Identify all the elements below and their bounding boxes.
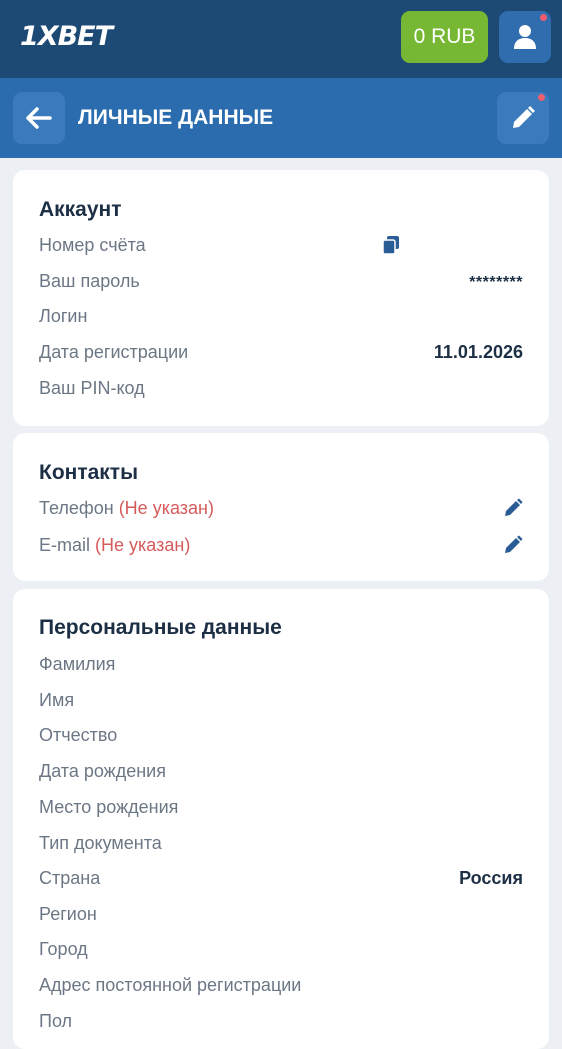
page-header: ЛИЧНЫЕ ДАННЫЕ: [0, 78, 562, 158]
email-status: (Не указан): [95, 535, 191, 555]
email-row[interactable]: E-mail (Не указан): [39, 531, 523, 559]
notification-dot: [540, 14, 547, 21]
city-row: Город: [39, 935, 523, 963]
registration-date-value: 11.01.2026: [433, 342, 523, 362]
notification-dot: [538, 94, 545, 101]
document-type-row: Тип документа: [39, 829, 523, 857]
contacts-card: Контакты Телефон (Не указан) E-mail (Не …: [13, 433, 549, 581]
password-value: ********: [469, 274, 523, 291]
address-label: Адрес постоянной регистрации: [39, 975, 302, 995]
registration-date-label: Дата регистрации: [39, 342, 189, 362]
gender-label: Пол: [39, 1011, 73, 1031]
first-name-row: Имя: [39, 686, 523, 714]
password-row[interactable]: Ваш пароль ********: [39, 267, 523, 295]
login-label: Логин: [39, 306, 88, 326]
user-icon: [514, 25, 536, 49]
patronymic-label: Отчество: [39, 725, 118, 745]
region-label: Регион: [39, 904, 97, 924]
phone-label: Телефон: [39, 498, 114, 518]
balance-button[interactable]: 0 RUB: [401, 11, 488, 63]
surname-label: Фамилия: [39, 654, 116, 674]
profile-button[interactable]: [499, 11, 551, 63]
region-row: Регион: [39, 900, 523, 928]
phone-status: (Не указан): [118, 498, 214, 518]
back-button[interactable]: [13, 92, 65, 144]
edit-profile-button[interactable]: [497, 92, 549, 144]
document-type-label: Тип документа: [39, 833, 162, 853]
registration-date-row: Дата регистрации 11.01.2026: [39, 338, 523, 366]
city-label: Город: [39, 939, 88, 959]
phone-row[interactable]: Телефон (Не указан): [39, 494, 523, 522]
account-card: Аккаунт Номер счёта Ваш пароль ******** …: [13, 170, 549, 426]
country-row: Страна Россия: [39, 864, 523, 892]
birth-place-label: Место рождения: [39, 797, 179, 817]
login-row: Логин: [39, 302, 523, 330]
birth-date-label: Дата рождения: [39, 761, 166, 781]
pencil-icon[interactable]: [503, 498, 523, 518]
email-label: E-mail: [39, 535, 91, 555]
gender-row: Пол: [39, 1007, 523, 1035]
password-label: Ваш пароль: [39, 271, 140, 291]
logo[interactable]: 1XBET: [20, 21, 113, 53]
account-number-label: Номер счёта: [39, 235, 146, 255]
page-title: ЛИЧНЫЕ ДАННЫЕ: [78, 106, 274, 129]
pencil-icon: [513, 106, 535, 128]
birth-date-row: Дата рождения: [39, 757, 523, 785]
contacts-title: Контакты: [39, 461, 139, 484]
account-title: Аккаунт: [39, 198, 122, 221]
copy-icon[interactable]: [382, 235, 400, 255]
address-row: Адрес постоянной регистрации: [39, 971, 523, 999]
top-bar: 1XBET 0 RUB: [0, 0, 562, 78]
first-name-label: Имя: [39, 690, 75, 710]
country-value: Россия: [459, 868, 523, 888]
pin-label: Ваш PIN-код: [39, 378, 145, 398]
patronymic-row: Отчество: [39, 721, 523, 749]
pencil-icon[interactable]: [503, 535, 523, 555]
pin-row: Ваш PIN-код: [39, 374, 523, 402]
country-label: Страна: [39, 868, 101, 888]
surname-row: Фамилия: [39, 650, 523, 678]
arrow-left-icon: [26, 107, 52, 129]
account-number-row: Номер счёта: [39, 231, 523, 259]
birth-place-row: Место рождения: [39, 793, 523, 821]
personal-data-title: Персональные данные: [39, 616, 282, 639]
personal-data-card: Персональные данные Фамилия Имя Отчество…: [13, 589, 549, 1049]
